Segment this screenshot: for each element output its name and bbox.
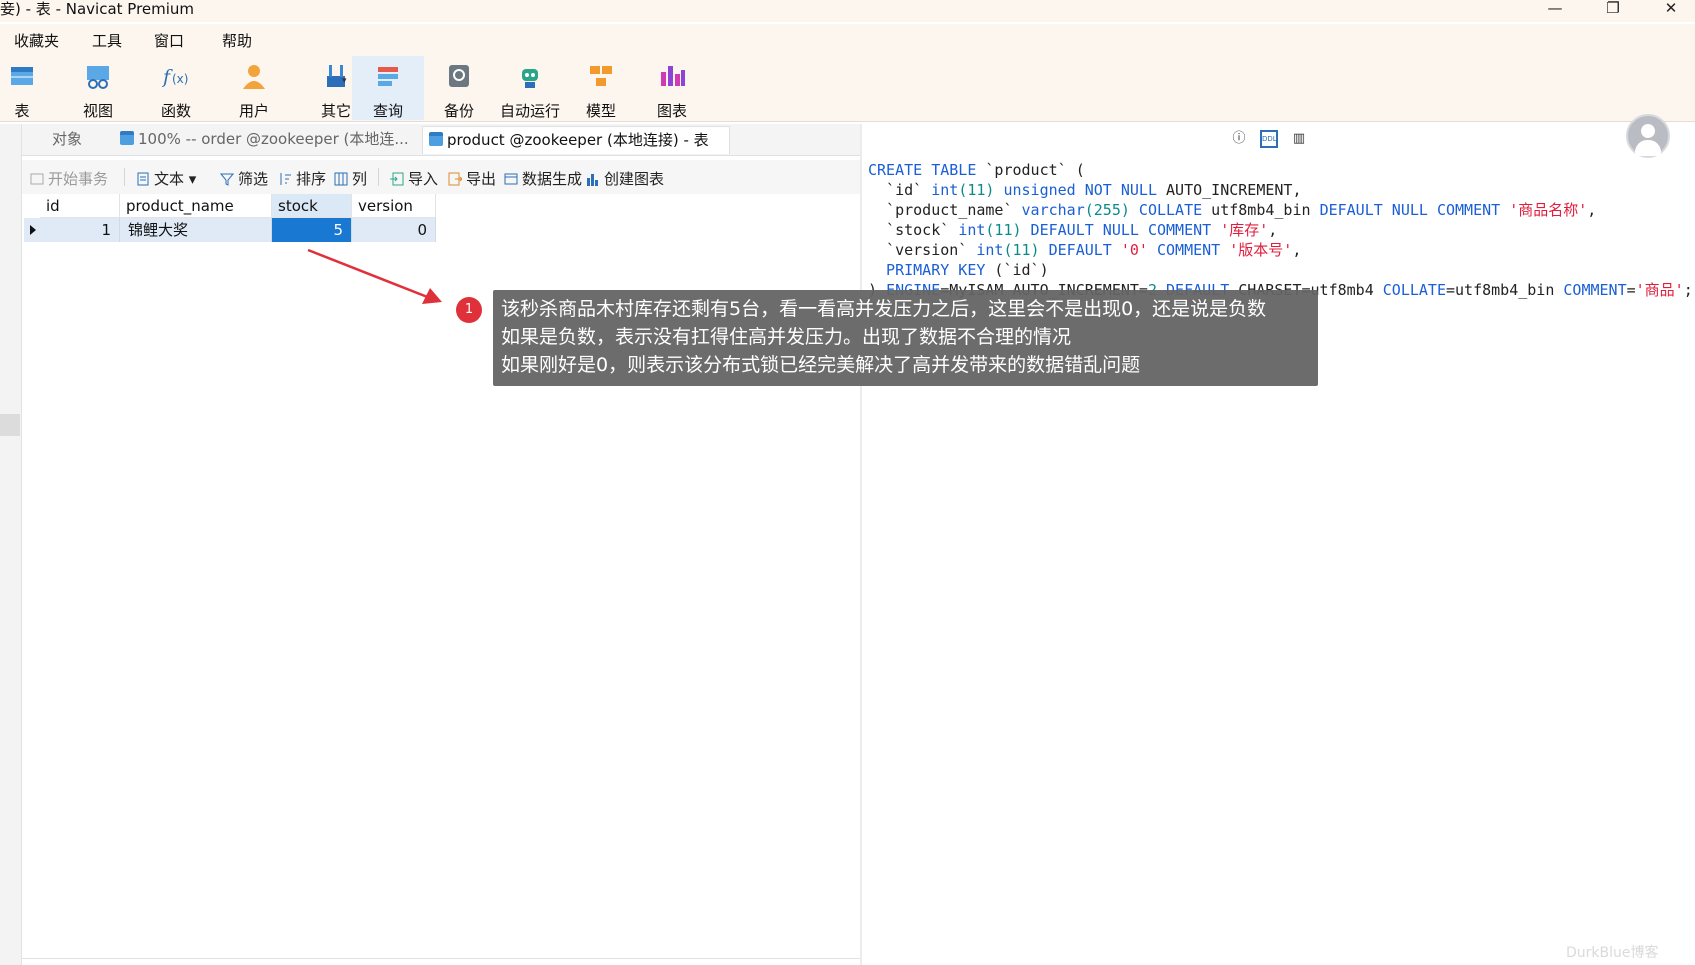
ribbon-chart-button[interactable]: 图表 [636,56,708,120]
ddl-view-icon[interactable]: DDL [1260,130,1278,148]
tab-label: product @zookeeper (本地连接) - 表 [447,131,709,149]
ribbon-label: 自动运行 [499,102,560,120]
ribbon-model-button[interactable]: 模型 [565,56,637,120]
tab-label: 对象 [52,130,83,148]
menu-window[interactable]: 窗口 [154,30,184,51]
sort-icon [280,173,291,185]
ribbon-backup-button[interactable]: 备份 [423,56,495,120]
tab-bar: 对象 100% -- order @zookeeper (本地连... prod… [22,124,860,156]
title-bar: 妾) - 表 - Navicat Premium — ❐ ✕ [0,0,1695,22]
panel-resize-handle[interactable] [0,414,20,436]
info-icon[interactable]: ⓘ [1230,130,1248,148]
ribbon-label: 用户 [238,102,269,120]
toolbar-divider [378,168,379,186]
grid-toolbar: 开始事务 文本 ▾ 筛选 排序 列 导入 导出 数据生成 创建图表 [22,160,860,194]
columns-button[interactable]: 列 [334,168,367,189]
maximize-button[interactable]: ❐ [1598,0,1628,18]
chart-icon [661,66,685,86]
menu-tools[interactable]: 工具 [92,30,122,51]
toolbar-divider [124,168,125,186]
view-icon [87,66,109,89]
ribbon-view-button[interactable]: 视图 [62,56,134,120]
menu-favorites[interactable]: 收藏夹 [14,30,59,51]
tab-order[interactable]: 100% -- order @zookeeper (本地连... [114,126,414,154]
column-header-stock[interactable]: stock [272,194,352,218]
ribbon-label: 备份 [443,102,474,120]
annotation-badge: 1 [456,297,482,323]
export-button[interactable]: 导出 [448,168,496,189]
export-icon [448,172,462,186]
ribbon-label: 函数 [160,102,191,120]
cell-product-name[interactable]: 锦鲤大奖 [120,218,272,242]
tab-product[interactable]: product @zookeeper (本地连接) - 表 [422,126,730,154]
cell-stock[interactable]: 5 [272,218,352,242]
grid-bottom-border [22,958,860,959]
sort-button[interactable]: 排序 [278,168,326,189]
user-icon [243,65,265,89]
ddl-code: CREATE TABLE `product` ( `id` int(11) un… [868,161,1693,299]
ribbon-query-button[interactable]: 查询 [352,56,424,120]
annotation-line: 如果刚好是0，则表示该分布式锁已经完美解决了高并发带来的数据错乱问题 [501,354,1141,376]
watermark: DurkBlue博客 [1566,945,1659,961]
annotation-arrow [307,248,442,304]
filter-icon [220,173,234,186]
import-button[interactable]: 导入 [390,168,438,189]
function-icon: f (x) [162,66,188,88]
data-generation-button[interactable]: 数据生成 [504,168,582,189]
left-collapsed-panel [0,124,22,965]
ribbon-user-button[interactable]: 用户 [218,56,290,120]
menu-bar: 收藏夹 工具 窗口 帮助 [0,24,1695,54]
window-title: 妾) - 表 - Navicat Premium [0,0,195,18]
svg-text:(x): (x) [172,72,188,86]
query-icon [378,67,398,86]
document-icon [137,172,149,186]
ribbon-label: 查询 [372,102,403,120]
begin-transaction-button[interactable]: 开始事务 [30,168,108,189]
ribbon-table-button[interactable]: 表 [0,56,58,120]
table-icon [120,131,134,145]
transaction-icon [30,173,44,185]
chevron-down-icon[interactable]: ▾ [342,76,347,86]
annotation-line: 该秒杀商品木村库存还剩有5台，看一看高并发压力之后，这里会不是出现0，还是说是负… [501,298,1267,320]
cell-version[interactable]: 0 [352,218,436,242]
data-generation-icon [504,173,518,185]
column-header-id[interactable]: id [40,194,120,218]
column-header-product-name[interactable]: product_name [120,194,272,218]
split-view-icon[interactable]: ▥ [1290,130,1308,148]
row-selector-arrow-icon[interactable] [24,218,40,242]
column-header-version[interactable]: version [352,194,436,218]
minimize-button[interactable]: — [1540,0,1570,18]
ribbon-function-button[interactable]: f (x) 函数 [140,56,212,120]
ribbon-label: 图表 [656,102,687,120]
pane-splitter[interactable] [860,124,862,965]
robot-icon [522,69,538,88]
text-view-button[interactable]: 文本 ▾ [136,168,196,189]
avatar[interactable] [1626,114,1670,158]
table-icon [429,132,443,146]
ribbon-autorun-button[interactable]: 自动运行 [494,56,566,120]
close-button[interactable]: ✕ [1656,0,1686,18]
ribbon-label: 模型 [585,102,616,120]
tab-label: 100% -- order @zookeeper (本地连... [138,130,409,148]
create-chart-button[interactable]: 创建图表 [586,168,664,189]
table-icon [11,67,33,85]
import-icon [390,172,404,186]
model-icon [590,66,612,86]
ribbon-label: 视图 [82,102,113,120]
main-ribbon: 表 视图 f (x) 函数 用户 其它 ▾ 查询 备份 自动运行 模型 图表 [0,54,1695,158]
bar-chart-icon [587,174,598,186]
backup-icon [449,65,469,87]
cell-id[interactable]: 1 [40,218,120,242]
ribbon-label: 表 [14,102,30,120]
annotation-callout: 该秒杀商品木村库存还剩有5台，看一看高并发压力之后，这里会不是出现0，还是说是负… [493,290,1318,386]
annotation-line: 如果是负数，表示没有扛得住高并发压力。出现了数据不合理的情况 [501,326,1072,348]
tab-objects[interactable]: 对象 [52,126,122,154]
menu-help[interactable]: 帮助 [222,30,252,51]
filter-button[interactable]: 筛选 [220,168,268,189]
columns-icon [334,172,348,186]
